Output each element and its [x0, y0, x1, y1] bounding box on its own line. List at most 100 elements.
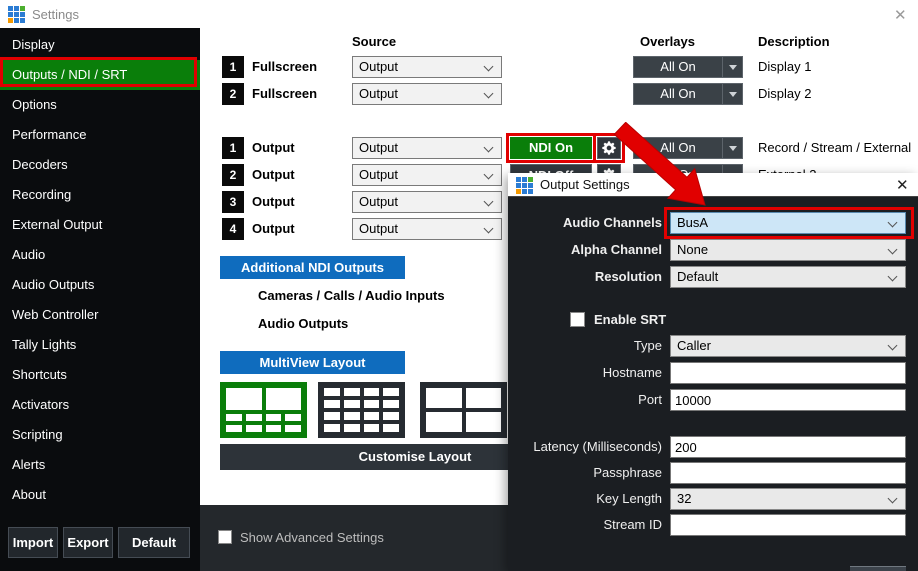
fullscreen-2-source-dropdown[interactable]: Output — [352, 83, 502, 105]
column-header-overlays: Overlays — [640, 34, 695, 49]
dropdown-arrow-icon[interactable] — [722, 84, 742, 104]
dialog-title: Output Settings — [540, 177, 630, 192]
passphrase-label: Passphrase — [412, 462, 662, 484]
latency-input[interactable] — [670, 436, 906, 458]
chevron-down-icon — [888, 494, 898, 504]
audio-channels-label: Audio Channels — [412, 212, 662, 234]
resolution-dropdown[interactable]: Default — [670, 266, 906, 288]
audio-channels-value: BusA — [677, 215, 708, 230]
latency-label: Latency (Milliseconds) — [412, 436, 662, 458]
alpha-channel-dropdown[interactable]: None — [670, 239, 906, 261]
chevron-down-icon — [888, 245, 898, 255]
dropdown-arrow-icon[interactable] — [722, 57, 742, 77]
stream-id-input[interactable] — [670, 514, 906, 536]
output-2-number: 2 — [222, 164, 244, 186]
cameras-calls-audio-inputs-label[interactable]: Cameras / Calls / Audio Inputs — [258, 288, 445, 303]
output-settings-dialog: Output Settings ✕ Audio Channels BusA Al… — [508, 173, 918, 571]
sidebar-item-outputs-ndi-srt[interactable]: Outputs / NDI / SRT — [0, 60, 200, 90]
key-length-dropdown[interactable]: 32 — [670, 488, 906, 510]
chevron-down-icon — [484, 89, 494, 99]
dialog-close-icon[interactable]: ✕ — [896, 176, 909, 194]
multiview-layout-button[interactable]: MultiView Layout — [220, 351, 405, 374]
show-advanced-settings-checkbox[interactable] — [218, 530, 232, 544]
output-1-ndi-toggle-button[interactable]: NDI On — [510, 137, 592, 159]
fullscreen-1-description: Display 1 — [758, 56, 811, 78]
export-button[interactable]: Export — [63, 527, 113, 558]
vmix-logo-icon — [8, 6, 25, 23]
resolution-value: Default — [677, 269, 718, 284]
srt-type-value: Caller — [677, 338, 711, 353]
sidebar-item-display[interactable]: Display — [0, 30, 200, 60]
window-title: Settings — [32, 7, 79, 22]
output-1-overlays-button[interactable]: All On — [633, 137, 743, 159]
hostname-label: Hostname — [412, 362, 662, 384]
sidebar-item-alerts[interactable]: Alerts — [0, 450, 200, 480]
fullscreen-1-source-value: Output — [359, 59, 398, 74]
hostname-input[interactable] — [670, 362, 906, 384]
dialog-title-bar: Output Settings ✕ — [508, 173, 918, 197]
chevron-down-icon — [888, 341, 898, 351]
title-bar: Settings ✕ — [0, 0, 918, 28]
sidebar-item-activators[interactable]: Activators — [0, 390, 200, 420]
sidebar-item-web-controller[interactable]: Web Controller — [0, 300, 200, 330]
sidebar-item-about[interactable]: About — [0, 480, 200, 510]
overlays-value: All On — [634, 138, 722, 158]
key-length-value: 32 — [677, 491, 691, 506]
sidebar-item-audio[interactable]: Audio — [0, 240, 200, 270]
vmix-logo-icon — [516, 177, 533, 194]
column-header-description: Description — [758, 34, 830, 49]
srt-type-dropdown[interactable]: Caller — [670, 335, 906, 357]
fullscreen-2-number: 2 — [222, 83, 244, 105]
sidebar-item-options[interactable]: Options — [0, 90, 200, 120]
sidebar-item-recording[interactable]: Recording — [0, 180, 200, 210]
fullscreen-1-number: 1 — [222, 56, 244, 78]
fullscreen-2-label: Fullscreen — [252, 83, 317, 105]
import-button[interactable]: Import — [8, 527, 58, 558]
output-1-number: 1 — [222, 137, 244, 159]
additional-ndi-outputs-button[interactable]: Additional NDI Outputs — [220, 256, 405, 279]
fullscreen-2-overlays-button[interactable]: All On — [633, 83, 743, 105]
enable-srt-label: Enable SRT — [594, 312, 666, 327]
vmix-settings-window: Settings ✕ Display Outputs / NDI / SRT O… — [0, 0, 918, 571]
output-3-source-dropdown[interactable]: Output — [352, 191, 502, 213]
fullscreen-1-overlays-button[interactable]: All On — [633, 56, 743, 78]
output-2-label: Output — [252, 164, 295, 186]
sidebar-item-external-output[interactable]: External Output — [0, 210, 200, 240]
sidebar-item-tally-lights[interactable]: Tally Lights — [0, 330, 200, 360]
sidebar-item-performance[interactable]: Performance — [0, 120, 200, 150]
resolution-label: Resolution — [412, 266, 662, 288]
dialog-ok-button-clipped[interactable] — [850, 566, 906, 571]
default-button[interactable]: Default — [118, 527, 190, 558]
alpha-channel-value: None — [677, 242, 708, 257]
audio-outputs-label[interactable]: Audio Outputs — [258, 316, 348, 331]
multiview-thumbnail-selected[interactable] — [220, 382, 307, 438]
output-1-source-dropdown[interactable]: Output — [352, 137, 502, 159]
chevron-down-icon — [484, 62, 494, 72]
key-length-label: Key Length — [412, 488, 662, 510]
window-close-icon[interactable]: ✕ — [894, 6, 907, 24]
chevron-down-icon — [888, 218, 898, 228]
enable-srt-checkbox[interactable] — [570, 312, 585, 327]
sidebar-item-scripting[interactable]: Scripting — [0, 420, 200, 450]
output-4-source-value: Output — [359, 221, 398, 236]
output-3-number: 3 — [222, 191, 244, 213]
port-input[interactable] — [670, 389, 906, 411]
sidebar-item-audio-outputs[interactable]: Audio Outputs — [0, 270, 200, 300]
passphrase-input[interactable] — [670, 462, 906, 484]
multiview-thumbnail-grid[interactable] — [318, 382, 405, 438]
chevron-down-icon — [484, 197, 494, 207]
output-1-label: Output — [252, 137, 295, 159]
audio-channels-dropdown[interactable]: BusA — [670, 212, 906, 234]
dropdown-arrow-icon[interactable] — [722, 138, 742, 158]
fullscreen-1-label: Fullscreen — [252, 56, 317, 78]
fullscreen-2-source-value: Output — [359, 86, 398, 101]
output-1-settings-gear-button[interactable] — [597, 137, 621, 159]
fullscreen-1-source-dropdown[interactable]: Output — [352, 56, 502, 78]
chevron-down-icon — [484, 143, 494, 153]
sidebar-item-shortcuts[interactable]: Shortcuts — [0, 360, 200, 390]
show-advanced-settings-label: Show Advanced Settings — [240, 530, 384, 545]
output-2-source-dropdown[interactable]: Output — [352, 164, 502, 186]
sidebar-item-decoders[interactable]: Decoders — [0, 150, 200, 180]
chevron-down-icon — [888, 272, 898, 282]
port-label: Port — [412, 389, 662, 411]
